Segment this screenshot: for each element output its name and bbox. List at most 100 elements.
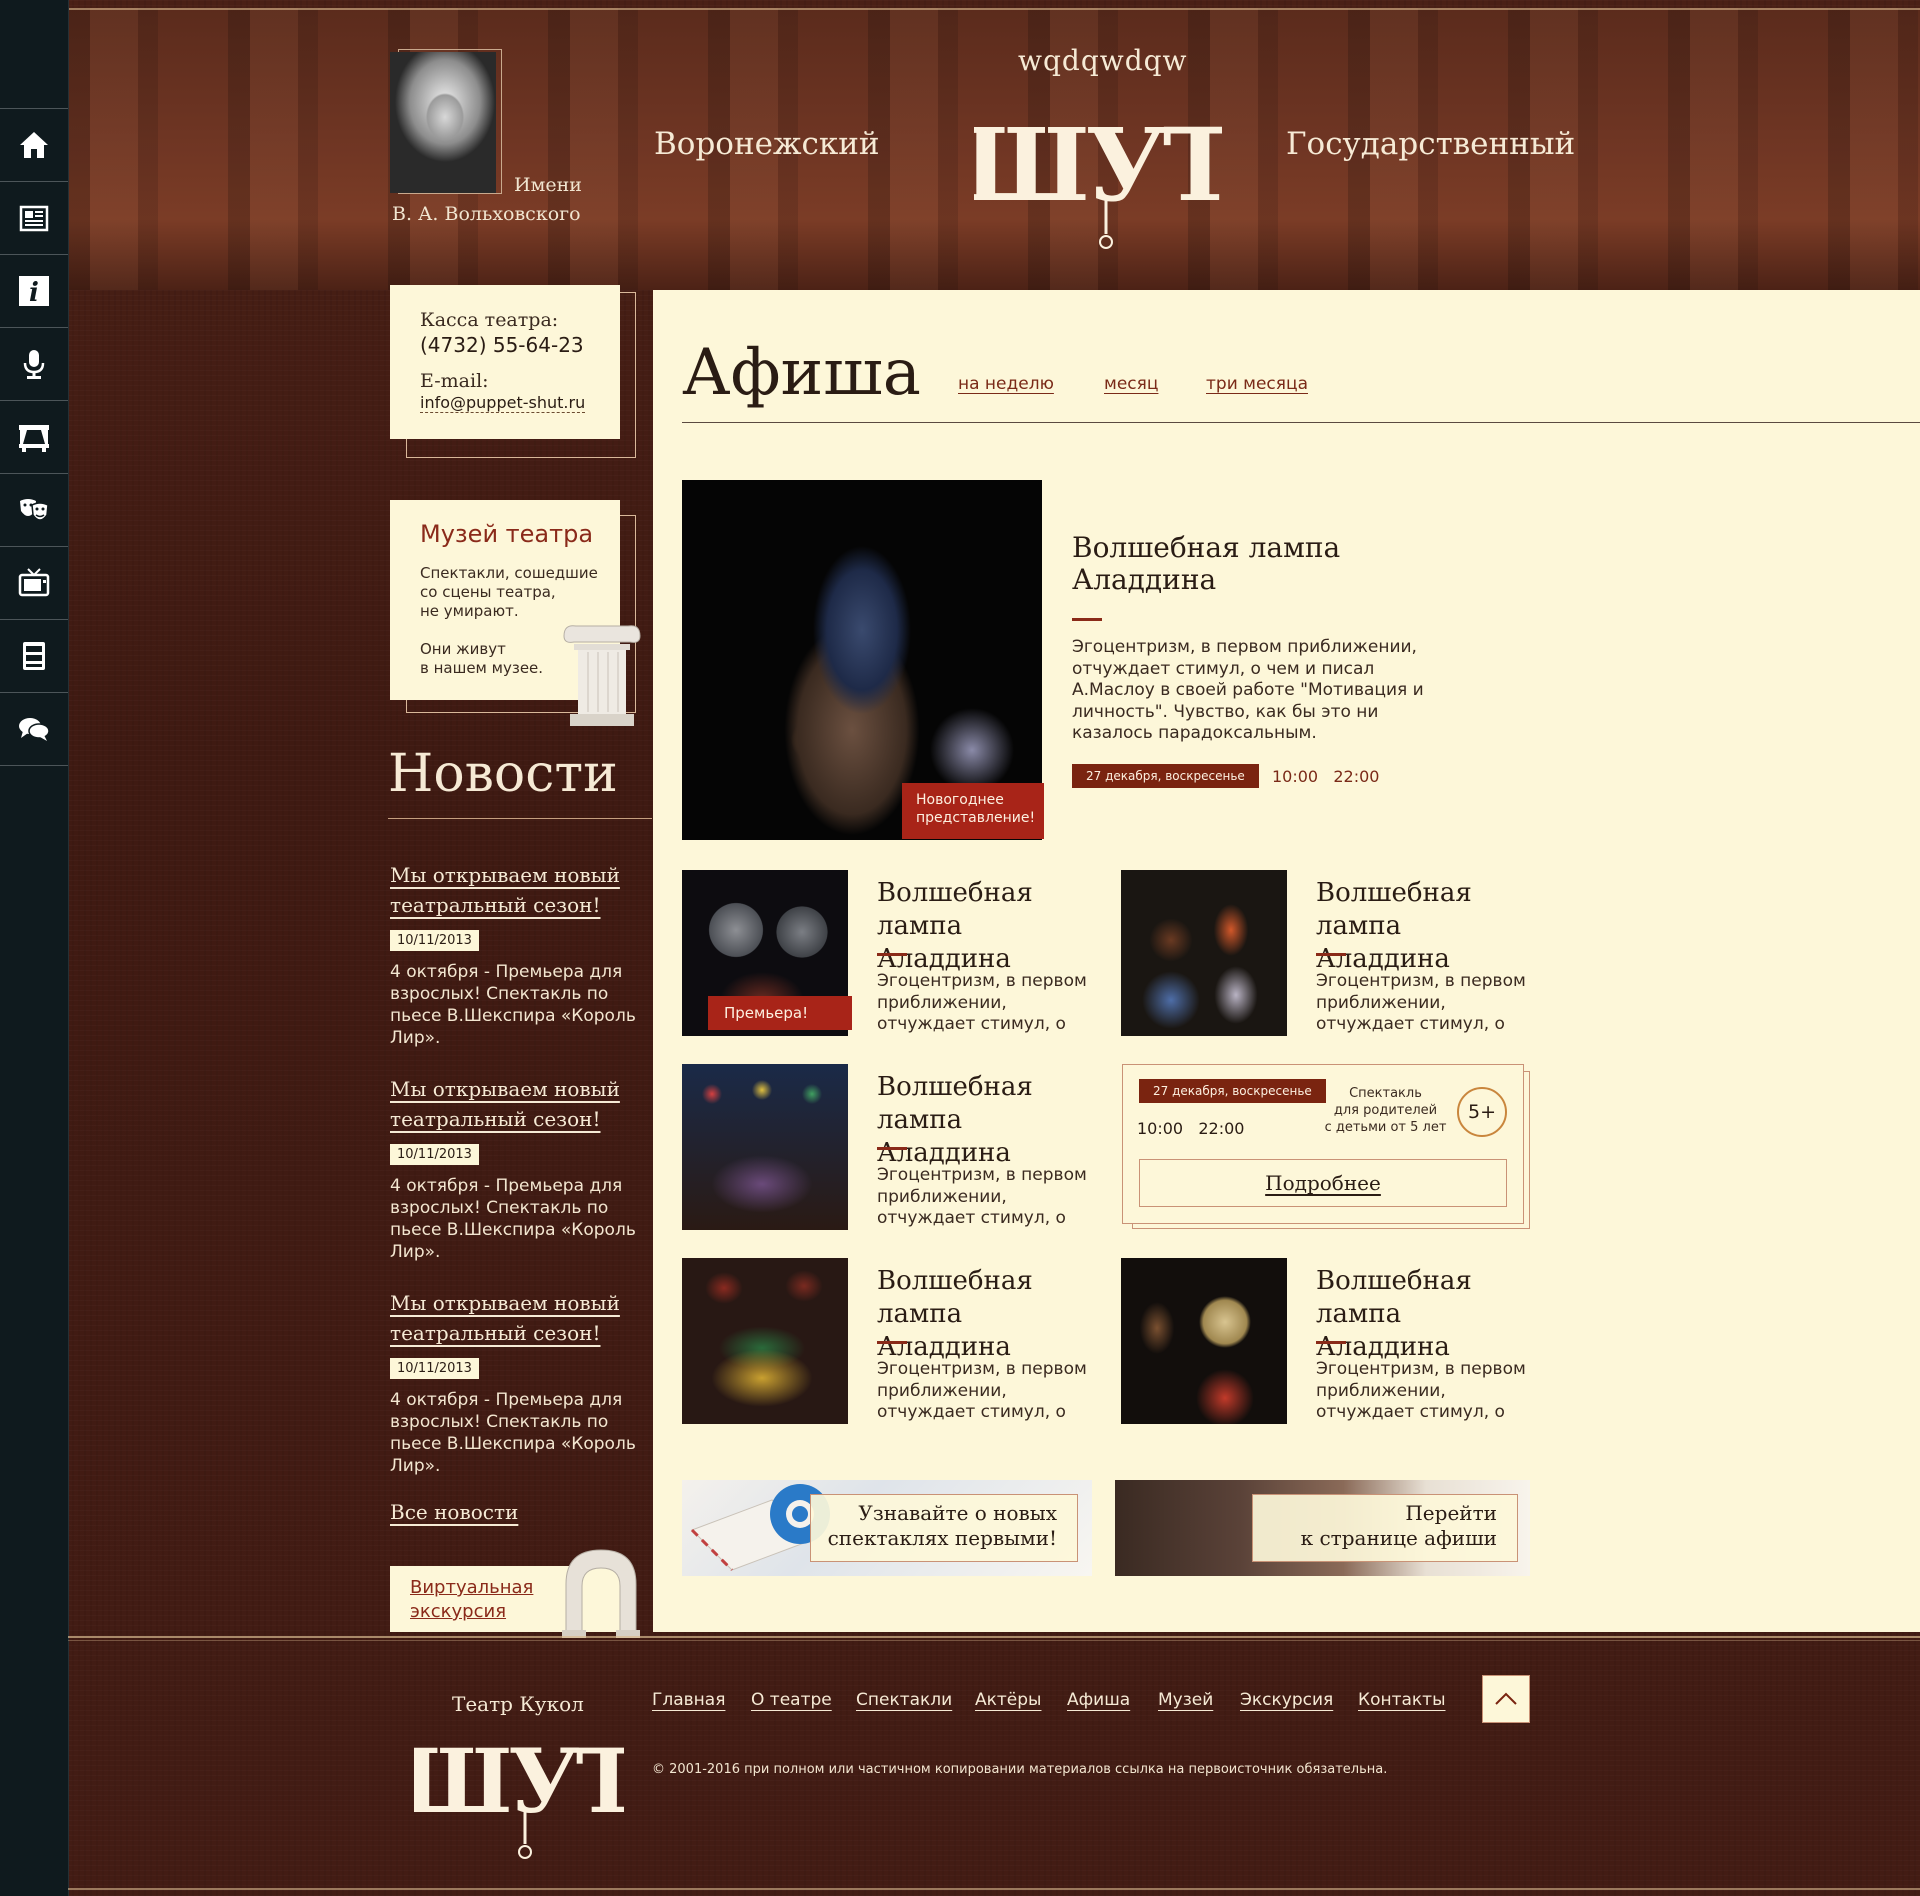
news-item-title[interactable]: Мы открываем новый театральный сезон! — [390, 1074, 650, 1134]
chevron-up-icon — [1495, 1692, 1517, 1705]
sidebar-item-masks[interactable] — [0, 473, 68, 546]
chat-icon — [19, 718, 50, 741]
subscribe-text[interactable]: Узнавайте о новых спектаклях первыми! — [810, 1494, 1078, 1562]
premiere-badge: Премьера! — [708, 996, 852, 1030]
sidebar-item-home[interactable] — [0, 108, 68, 181]
founder-portrait — [390, 52, 496, 193]
card-dash — [877, 953, 907, 956]
popup-date-badge: 27 декабря, воскресенье — [1139, 1079, 1326, 1103]
copyright-text: © 2001-2016 при полном или частичном коп… — [652, 1762, 1388, 1777]
all-news-link[interactable]: Все новости — [390, 1500, 518, 1524]
news-divider — [388, 818, 652, 819]
news-item-date: 10/11/2013 — [390, 1358, 479, 1379]
footer-nav-tour[interactable]: Экскурсия — [1240, 1690, 1333, 1710]
card-dash — [1316, 953, 1346, 956]
footer-shut-logo[interactable]: "ШУТ" — [414, 1722, 624, 1864]
card-title[interactable]: Волшебная лампа Аладдина — [1316, 877, 1536, 976]
popup-audience: Спектакль для родителей с детьми от 5 ле… — [1324, 1086, 1447, 1135]
footer-logo-text: "ШУТ" — [414, 1729, 624, 1833]
newspaper-icon — [19, 205, 49, 232]
footer-nav-about[interactable]: О театре — [751, 1690, 832, 1710]
sidebar: i — [0, 0, 69, 1896]
sidebar-item-archive[interactable] — [0, 619, 68, 692]
sidebar-item-chat[interactable] — [0, 692, 68, 766]
footer-nav-performances[interactable]: Спектакли — [856, 1690, 952, 1710]
header-left-word: Воронежский — [654, 126, 880, 162]
card-title[interactable]: Волшебная лампа Аладдина — [1316, 1265, 1536, 1364]
tab-month[interactable]: месяц — [1104, 374, 1158, 394]
card-dash — [877, 1341, 907, 1344]
header-right-word: Государственный — [1286, 126, 1576, 162]
news-item-date: 10/11/2013 — [390, 930, 479, 951]
news-item: Мы открываем новый театральный сезон! 10… — [390, 860, 650, 1049]
card-image-puppets-stage[interactable] — [682, 1064, 848, 1230]
goto-afisha-text[interactable]: Перейти к странице афиши — [1252, 1494, 1518, 1562]
footer-divider — [68, 1636, 1920, 1638]
footer-nav-contacts[interactable]: Контакты — [1358, 1690, 1446, 1710]
museum-title[interactable]: Музей театра — [420, 520, 593, 548]
kassa-phone[interactable]: (4732) 55-64-23 — [420, 333, 584, 357]
stage-icon — [19, 425, 49, 452]
header-top-line — [68, 8, 1920, 10]
card-image-lamb[interactable] — [1121, 1258, 1287, 1424]
news-item: Мы открываем новый театральный сезон! 10… — [390, 1288, 650, 1477]
museum-text-1: Спектакли, сошедшие со сцены театра, не … — [420, 564, 598, 620]
arch-icon — [562, 1549, 640, 1638]
footer-nav-museum[interactable]: Музей — [1158, 1690, 1213, 1710]
featured-times: 10:00 22:00 — [1272, 767, 1380, 786]
kassa-card: Касса театра: (4732) 55-64-23 E-mail: in… — [390, 285, 620, 439]
featured-title-dash — [1072, 618, 1102, 621]
logo-text: "ШУТ" — [974, 106, 1222, 224]
news-title: Новости — [388, 744, 618, 804]
archive-icon — [23, 642, 45, 670]
sidebar-item-microphone[interactable] — [0, 327, 68, 400]
featured-title[interactable]: Волшебная лампа Аладдина — [1072, 532, 1392, 596]
performance-popup: 27 декабря, воскресенье 10:00 22:00 Спек… — [1122, 1064, 1524, 1224]
card-description: Эгоцентризм, в первом приближении, отчуж… — [877, 1165, 1087, 1228]
age-rating-badge: 5+ — [1457, 1087, 1507, 1137]
tv-icon — [18, 568, 50, 597]
news-item-title[interactable]: Мы открываем новый театральный сезон! — [390, 1288, 650, 1348]
news-item: Мы открываем новый театральный сезон! 10… — [390, 1074, 650, 1263]
news-item-date: 10/11/2013 — [390, 1144, 479, 1165]
featured-badge: Новогоднее представление! — [902, 783, 1044, 839]
card-image-puppeteers[interactable] — [682, 1258, 848, 1424]
card-title[interactable]: Волшебная лампа Аладдина — [877, 1265, 1097, 1364]
news-item-text: 4 октября - Премьера для взрослых! Спект… — [390, 1390, 636, 1476]
card-title[interactable]: Волшебная лампа Аладдина — [877, 877, 1097, 976]
theatre-masks-icon — [20, 499, 49, 521]
sidebar-item-news[interactable] — [0, 181, 68, 254]
sidebar-item-info[interactable]: i — [0, 254, 68, 327]
featured-description: Эгоцентризм, в первом приближении, отчуж… — [1072, 637, 1424, 743]
news-item-text: 4 октября - Премьера для взрослых! Спект… — [390, 962, 636, 1048]
card-description: Эгоцентризм, в первом приближении, отчуж… — [877, 971, 1087, 1034]
footer-nav-actors[interactable]: Актёры — [975, 1690, 1041, 1710]
virtual-tour-link[interactable]: Виртуальная экскурсия — [410, 1576, 550, 1624]
card-description: Эгоцентризм, в первом приближении, отчуж… — [877, 1359, 1087, 1422]
news-item-text: 4 октября - Премьера для взрослых! Спект… — [390, 1176, 636, 1262]
scroll-to-top-button[interactable] — [1482, 1675, 1530, 1723]
header-imeni: Имени — [514, 174, 582, 196]
column-icon — [563, 625, 641, 726]
card-description: Эгоцентризм, в первом приближении, отчуж… — [1316, 971, 1526, 1034]
header-founder-name: В. А. Вольховского — [392, 203, 581, 225]
card-dash — [877, 1147, 907, 1150]
microphone-icon — [23, 350, 45, 379]
header-top-word: wqdqwdqw — [1018, 44, 1188, 77]
card-title[interactable]: Волшебная лампа Аладдина — [877, 1071, 1097, 1170]
news-item-title[interactable]: Мы открываем новый театральный сезон! — [390, 860, 650, 920]
details-button[interactable]: Подробнее — [1139, 1159, 1507, 1207]
sidebar-item-stage[interactable] — [0, 400, 68, 473]
shut-logo[interactable]: "ШУТ" — [974, 96, 1222, 256]
svg-text:i: i — [29, 278, 39, 308]
tab-three-months[interactable]: три месяца — [1206, 374, 1308, 394]
card-image-fox-bear[interactable] — [1121, 870, 1287, 1036]
sidebar-item-tv[interactable] — [0, 546, 68, 619]
footer-nav-home[interactable]: Главная — [652, 1690, 725, 1710]
info-icon: i — [19, 276, 49, 308]
card-dash — [1316, 1341, 1346, 1344]
email-link[interactable]: info@puppet-shut.ru — [420, 393, 586, 413]
footer-theatre-label: Театр Кукол — [452, 1692, 584, 1716]
footer-nav-afisha[interactable]: Афиша — [1067, 1690, 1130, 1710]
tab-week[interactable]: на неделю — [958, 374, 1054, 394]
